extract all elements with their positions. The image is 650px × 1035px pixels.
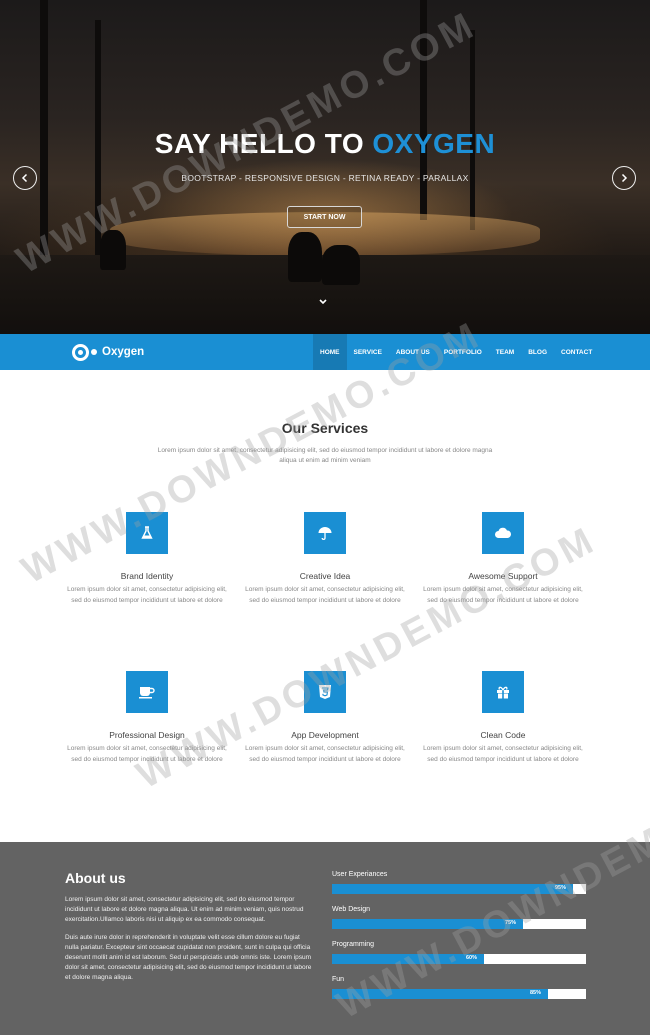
- services-intro: Lorem ipsum dolor sit amet, consectetur …: [157, 447, 493, 464]
- skill-bar-fill: [332, 954, 484, 964]
- nav-item-portfolio[interactable]: PORTFOLIO: [437, 334, 489, 370]
- services-title: Our Services: [281, 420, 369, 436]
- hero-title-accent: OXYGEN: [372, 128, 496, 159]
- slider-prev-button[interactable]: [13, 166, 37, 190]
- skill-label: Web Design: [332, 906, 371, 913]
- hero-title: SAY HELLO TO OXYGEN: [0, 128, 650, 160]
- person-silhouette: [322, 245, 360, 285]
- skill-percent: 85%: [530, 990, 542, 996]
- skill-percent: 60%: [466, 955, 478, 961]
- skill-percent: 95%: [555, 885, 567, 891]
- nav-item-service[interactable]: SERVICE: [347, 334, 389, 370]
- logo-icon: [72, 343, 89, 361]
- skill-label: Programming: [332, 941, 375, 948]
- nav-item-home[interactable]: HOME: [313, 334, 347, 370]
- html5-icon: [319, 685, 331, 699]
- service-card-brand-identity: Brand Identity Lorem ipsum dolor sit ame…: [62, 512, 232, 606]
- person-silhouette: [100, 230, 126, 270]
- nav-item-about-us[interactable]: ABOUT US: [389, 334, 437, 370]
- gift-icon: [497, 686, 509, 699]
- skill-label: User Experiances: [332, 871, 388, 878]
- logo-dot: [91, 349, 97, 355]
- service-title: Brand Identity: [120, 571, 174, 581]
- hero-subtitle: BOOTSTRAP - RESPONSIVE DESIGN - RETINA R…: [181, 173, 469, 183]
- skill-bar: 60%: [332, 954, 586, 964]
- cloud-icon: [495, 527, 512, 538]
- coffee-cup-icon: [139, 687, 155, 699]
- nav-item-blog[interactable]: BLOG: [521, 334, 554, 370]
- skill-bar: 95%: [332, 884, 586, 894]
- service-desc: Lorem ipsum dolor sit amet, consectetur …: [245, 745, 405, 763]
- service-desc: Lorem ipsum dolor sit amet, consectetur …: [423, 586, 583, 604]
- slider-next-button[interactable]: [612, 166, 636, 190]
- logo[interactable]: Oxygen: [72, 343, 144, 361]
- nav-menu: HOME SERVICE ABOUT US PORTFOLIO TEAM BLO…: [313, 334, 599, 370]
- about-paragraph-2: Duis aute irure dolor in reprehenderit i…: [65, 934, 312, 981]
- service-icon-box: [304, 671, 346, 713]
- service-card-clean-code: Clean Code Lorem ipsum dolor sit amet, c…: [418, 671, 588, 765]
- service-title: Professional Design: [109, 730, 185, 740]
- skill-bar-fill: [332, 989, 548, 999]
- flask-icon: [141, 526, 153, 539]
- skill-bar-fill: [332, 884, 573, 894]
- skill-label: Fun: [332, 976, 345, 983]
- service-title: Creative Idea: [299, 571, 351, 581]
- service-icon-box: [482, 671, 524, 713]
- about-title: About us: [65, 870, 126, 886]
- service-title: Clean Code: [480, 730, 526, 740]
- skill-bar-fill: [332, 919, 523, 929]
- service-icon-box: [126, 671, 168, 713]
- service-icon-box: [304, 512, 346, 554]
- service-desc: Lorem ipsum dolor sit amet, consectetur …: [245, 586, 405, 604]
- logo-text: Oxygen: [102, 346, 145, 358]
- service-desc: Lorem ipsum dolor sit amet, consectetur …: [67, 586, 227, 604]
- scroll-down-button[interactable]: [317, 298, 329, 310]
- service-desc: Lorem ipsum dolor sit amet, consectetur …: [67, 745, 227, 763]
- service-card-creative-idea: Creative Idea Lorem ipsum dolor sit amet…: [240, 512, 410, 606]
- skill-percent: 75%: [505, 920, 517, 926]
- service-card-app-development: App Development Lorem ipsum dolor sit am…: [240, 671, 410, 765]
- nav-item-team[interactable]: TEAM: [489, 334, 521, 370]
- chevron-left-icon: [21, 173, 28, 183]
- service-card-awesome-support: Awesome Support Lorem ipsum dolor sit am…: [418, 512, 588, 606]
- skill-bar: 75%: [332, 919, 586, 929]
- service-card-professional-design: Professional Design Lorem ipsum dolor si…: [62, 671, 232, 765]
- service-icon-box: [482, 512, 524, 554]
- service-title: Awesome Support: [468, 571, 538, 581]
- chevron-right-icon: [621, 173, 628, 183]
- hero-slider: SAY HELLO TO OXYGEN BOOTSTRAP - RESPONSI…: [0, 0, 650, 334]
- main-navbar: Oxygen HOME SERVICE ABOUT US PORTFOLIO T…: [0, 334, 650, 370]
- service-desc: Lorem ipsum dolor sit amet, consectetur …: [423, 745, 583, 763]
- start-now-button[interactable]: START NOW: [287, 206, 362, 228]
- hero-title-main: SAY HELLO TO: [154, 128, 373, 159]
- service-title: App Development: [291, 730, 359, 740]
- skill-bar: 85%: [332, 989, 586, 999]
- tree-silhouette: [420, 0, 427, 220]
- person-silhouette: [288, 232, 322, 282]
- service-icon-box: [126, 512, 168, 554]
- about-paragraph-1: Lorem ipsum dolor sit amet, consectetur …: [65, 896, 304, 923]
- umbrella-icon: [318, 527, 332, 540]
- chevron-down-icon: [319, 299, 327, 305]
- nav-item-contact[interactable]: CONTACT: [554, 334, 599, 370]
